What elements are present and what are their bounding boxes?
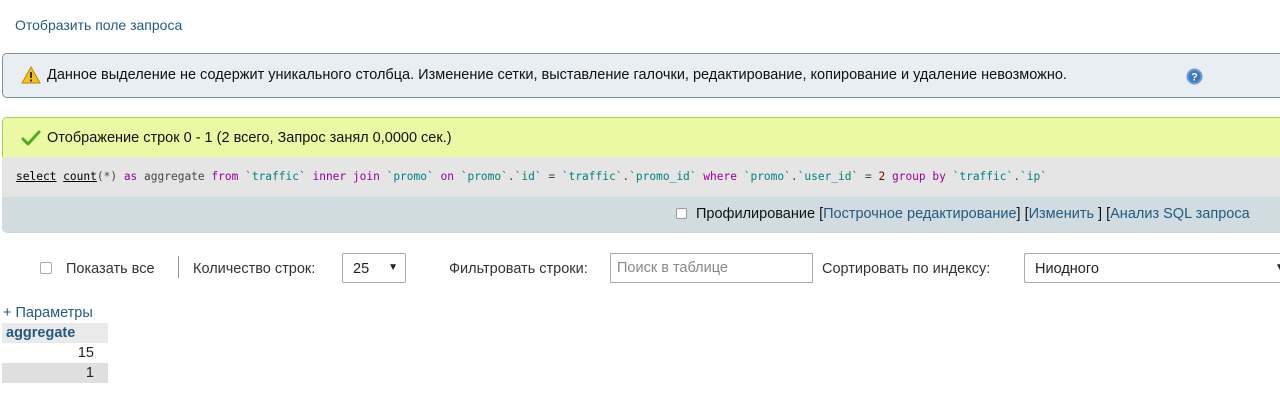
sort-index-label: Сортировать по индексу: bbox=[822, 261, 991, 277]
divider bbox=[178, 256, 179, 278]
show-query-link[interactable]: Отобразить поле запроса bbox=[15, 17, 182, 33]
bracket-separator: ] [ bbox=[1016, 206, 1029, 222]
sql-token: count bbox=[63, 170, 97, 183]
sql-token: on bbox=[440, 170, 454, 183]
sort-index-value: Ниодного bbox=[1035, 261, 1099, 277]
sql-token: . bbox=[1013, 170, 1020, 183]
sql-token: aggregate bbox=[137, 170, 212, 183]
bracket-separator: ] [ bbox=[1094, 206, 1111, 222]
sql-token: `promo` bbox=[386, 170, 434, 183]
profiling-checkbox[interactable] bbox=[676, 208, 687, 219]
sql-token: where bbox=[703, 170, 737, 183]
check-icon bbox=[21, 130, 41, 146]
sort-index-select[interactable]: Ниодного ▼ bbox=[1024, 253, 1280, 283]
sql-token: inner join bbox=[312, 170, 380, 183]
table-search-input[interactable] bbox=[610, 253, 813, 283]
sql-token: `promo` bbox=[460, 170, 508, 183]
row-count-select[interactable]: 25 ▼ bbox=[342, 253, 406, 283]
success-text: Отображение строк 0 - 1 (2 всего, Запрос… bbox=[47, 130, 452, 146]
table-cell[interactable]: 15 bbox=[2, 343, 108, 363]
column-header-aggregate[interactable]: aggregate bbox=[2, 323, 108, 343]
chevron-down-icon: ▼ bbox=[388, 262, 398, 273]
sql-token: = bbox=[541, 170, 562, 183]
result-page: Отобразить поле запроса Данное выделение… bbox=[0, 0, 1280, 401]
sql-token: `traffic` bbox=[561, 170, 623, 183]
warning-icon bbox=[21, 66, 41, 84]
chevron-down-icon: ▼ bbox=[1275, 262, 1280, 273]
edit-link[interactable]: Изменить bbox=[1029, 206, 1094, 222]
sql-token: `ip` bbox=[1019, 170, 1047, 183]
filter-label: Фильтровать строки: bbox=[449, 261, 588, 277]
warning-text: Данное выделение не содержит уникального… bbox=[47, 67, 1067, 83]
sql-token: group by bbox=[891, 170, 946, 183]
row-count-label: Количество строк: bbox=[193, 261, 316, 277]
inline-edit-link[interactable]: Построчное редактирование bbox=[823, 206, 1016, 222]
parameters-link[interactable]: + Параметры bbox=[3, 305, 93, 321]
navigation-controls: Показать все Количество строк: 25 ▼ Филь… bbox=[0, 250, 1280, 286]
sql-query-box: select count(*) as aggregate from `traff… bbox=[2, 157, 1280, 197]
result-table: aggregate 15 1 bbox=[2, 323, 108, 383]
sql-token: `traffic` bbox=[245, 170, 306, 183]
table-cell[interactable]: 1 bbox=[2, 363, 108, 383]
profiling-label[interactable]: Профилирование bbox=[696, 206, 815, 222]
svg-text:?: ? bbox=[1191, 72, 1198, 84]
sql-token: (*) bbox=[96, 170, 124, 183]
sql-token: `id` bbox=[514, 170, 542, 183]
sql-token: as bbox=[123, 170, 138, 183]
sql-token: select bbox=[16, 170, 57, 183]
success-notice: Отображение строк 0 - 1 (2 всего, Запрос… bbox=[2, 117, 1280, 157]
sql-query: select count(*) as aggregate from `traff… bbox=[16, 170, 1047, 183]
help-icon[interactable]: ? bbox=[1186, 68, 1203, 85]
sql-token: = bbox=[858, 170, 879, 183]
bracket-open: [ bbox=[815, 206, 824, 222]
analyze-sql-link[interactable]: Анализ SQL запроса bbox=[1110, 206, 1250, 222]
table-row: 1 bbox=[2, 363, 108, 383]
sql-token: . bbox=[790, 170, 798, 183]
show-all-label[interactable]: Показать все bbox=[66, 261, 155, 277]
sql-token: `promo_id` bbox=[629, 170, 697, 183]
query-tools: Профилирование [Построчное редактировани… bbox=[696, 206, 1250, 222]
sql-token: . bbox=[507, 170, 515, 183]
sql-token: `traffic` bbox=[952, 170, 1014, 183]
row-count-value: 25 bbox=[353, 261, 370, 277]
table-row: 15 bbox=[2, 343, 108, 363]
sql-token: `user_id` bbox=[797, 170, 859, 183]
sql-token: `promo` bbox=[743, 170, 791, 183]
query-tools-bar: Профилирование [Построчное редактировани… bbox=[2, 197, 1280, 233]
sql-token: from bbox=[211, 170, 239, 183]
warning-notice: Данное выделение не содержит уникального… bbox=[2, 53, 1280, 98]
show-all-checkbox[interactable] bbox=[40, 262, 52, 274]
